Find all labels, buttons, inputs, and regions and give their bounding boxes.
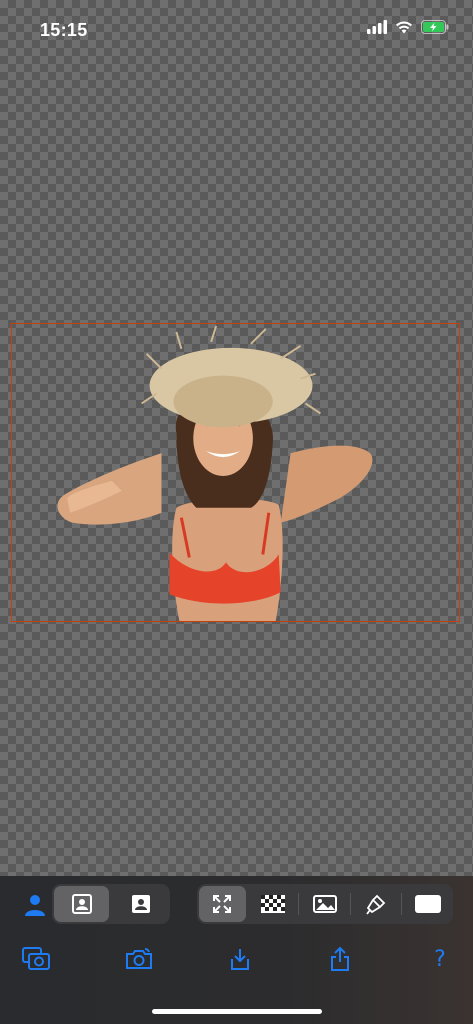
share-icon xyxy=(329,946,351,972)
home-indicator xyxy=(152,1009,322,1014)
download-icon xyxy=(229,947,251,971)
portrait-frame-icon xyxy=(71,894,92,914)
expand-button[interactable] xyxy=(199,886,246,922)
checkerboard-icon xyxy=(260,895,285,913)
photo-library-button[interactable] xyxy=(21,944,51,974)
download-button[interactable] xyxy=(225,944,255,974)
portrait-filled-button[interactable] xyxy=(113,886,168,922)
color-bg-button[interactable] xyxy=(404,886,451,922)
actions-row: ? xyxy=(0,940,473,976)
signal-icon xyxy=(367,20,387,34)
status-time: 15:15 xyxy=(40,20,88,40)
status-bar: 15:15 xyxy=(0,0,473,60)
transparent-bg-button[interactable] xyxy=(250,886,297,922)
photo-library-camera-icon xyxy=(22,947,50,971)
mode-toolbar-row xyxy=(0,884,473,924)
status-icons xyxy=(367,20,449,34)
brush-button[interactable] xyxy=(353,886,400,922)
battery-charging-icon xyxy=(421,20,449,34)
wifi-icon xyxy=(395,20,413,34)
separator xyxy=(401,893,403,915)
share-button[interactable] xyxy=(325,944,355,974)
portrait-frame-button[interactable] xyxy=(54,886,109,922)
subject-segment-control xyxy=(52,884,170,924)
background-segment-control xyxy=(197,884,453,924)
image-bg-button[interactable] xyxy=(301,886,348,922)
camera-button[interactable] xyxy=(124,944,154,974)
brush-icon xyxy=(365,893,387,915)
portrait-filled-icon xyxy=(131,894,151,914)
separator xyxy=(298,893,300,915)
cutout-subject-image[interactable] xyxy=(12,324,459,621)
help-button[interactable]: ? xyxy=(425,944,455,974)
image-icon xyxy=(312,895,337,913)
separator xyxy=(349,893,351,915)
canvas-selection-frame[interactable] xyxy=(11,323,460,622)
white-rectangle-icon xyxy=(414,895,441,913)
bottom-toolbar: ? xyxy=(0,876,473,1024)
person-icon[interactable] xyxy=(22,892,48,918)
camera-icon xyxy=(125,947,153,971)
expand-arrows-icon xyxy=(212,894,232,914)
help-icon: ? xyxy=(434,946,446,972)
